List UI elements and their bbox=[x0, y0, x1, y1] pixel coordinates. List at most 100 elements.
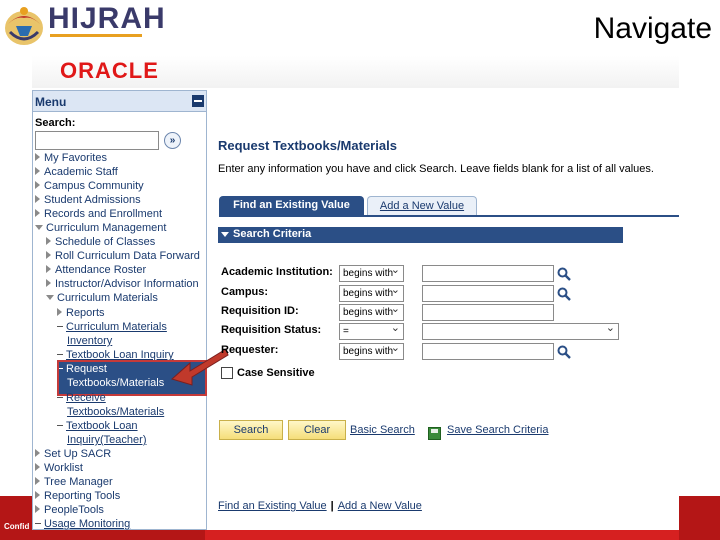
save-search-criteria-link[interactable]: Save Search Criteria bbox=[447, 424, 549, 436]
basic-search-link[interactable]: Basic Search bbox=[350, 424, 415, 436]
footer-text: Confid bbox=[4, 522, 30, 531]
menu-item-attendance-roster[interactable]: Attendance Roster bbox=[46, 264, 146, 277]
expand-triangle-icon bbox=[35, 463, 40, 471]
menu-search-label: Search: bbox=[35, 117, 76, 129]
page-instructions: Enter any information you have and click… bbox=[218, 163, 654, 175]
menu-item-set-up-sacr[interactable]: Set Up SACR bbox=[35, 448, 111, 461]
hijrah-emblem-icon bbox=[5, 7, 43, 45]
case-sensitive-label: Case Sensitive bbox=[237, 367, 315, 379]
field-label-campus: Campus: bbox=[221, 286, 269, 298]
field-label-academic-institution: Academic Institution: bbox=[221, 266, 333, 278]
lookup-icon[interactable] bbox=[557, 345, 571, 359]
expand-triangle-icon bbox=[35, 167, 40, 175]
expand-triangle-icon bbox=[35, 449, 40, 457]
menu-item-my-favorites[interactable]: My Favorites bbox=[35, 152, 107, 165]
expand-triangle-icon bbox=[35, 209, 40, 217]
tab-underline bbox=[219, 215, 679, 217]
expand-triangle-icon bbox=[35, 477, 40, 485]
menu-item-roll-curriculum-data-forward[interactable]: Roll Curriculum Data Forward bbox=[46, 250, 200, 263]
menu-item-curriculum-materials-inventory[interactable]: Curriculum Materials bbox=[57, 321, 167, 334]
menu-search-input[interactable] bbox=[35, 131, 159, 150]
menu-item-curriculum-management[interactable]: Curriculum Management bbox=[35, 222, 166, 235]
menu-panel: Menu Search: » My Favorites Academic Sta… bbox=[32, 90, 207, 530]
menu-collapse-icon[interactable] bbox=[192, 95, 204, 107]
dash-icon bbox=[57, 326, 63, 327]
menu-search-go-icon[interactable]: » bbox=[164, 132, 181, 149]
collapse-triangle-icon bbox=[35, 225, 43, 230]
menu-header: Menu bbox=[33, 91, 206, 112]
menu-item-academic-staff[interactable]: Academic Staff bbox=[35, 166, 118, 179]
expand-triangle-icon bbox=[46, 237, 51, 245]
oracle-header-bar: ORACLE bbox=[32, 56, 679, 88]
tab-find-existing-value[interactable]: Find an Existing Value bbox=[219, 196, 364, 215]
oracle-logo: ORACLE bbox=[60, 58, 159, 83]
menu-item-tree-manager[interactable]: Tree Manager bbox=[35, 476, 113, 489]
slide-title: Navigate bbox=[593, 12, 712, 45]
operator-select-campus[interactable]: begins with bbox=[339, 283, 404, 302]
dash-icon bbox=[57, 425, 63, 426]
dash-icon bbox=[57, 397, 63, 398]
lookup-icon[interactable] bbox=[557, 287, 571, 301]
menu-item-student-admissions[interactable]: Student Admissions bbox=[35, 194, 141, 207]
menu-item-reports[interactable]: Reports bbox=[57, 307, 105, 320]
operator-select-requisition-status[interactable]: = bbox=[339, 321, 404, 340]
input-requester[interactable] bbox=[422, 343, 554, 360]
menu-item-instructor-advisor-information[interactable]: Instructor/Advisor Information bbox=[46, 278, 199, 291]
expand-triangle-icon bbox=[35, 181, 40, 189]
logo-text: HIJRAH bbox=[48, 2, 166, 35]
menu-item-textbook-loan-teacher[interactable]: Textbook Loan bbox=[57, 420, 138, 433]
expand-triangle-icon bbox=[35, 491, 40, 499]
save-criteria-icon[interactable] bbox=[428, 427, 441, 440]
logo-underline bbox=[50, 34, 142, 37]
expand-triangle-icon bbox=[46, 251, 51, 259]
slide-header: HIJRAH Navigate bbox=[0, 0, 720, 56]
operator-select-requisition-id[interactable]: begins with bbox=[339, 302, 404, 321]
field-label-requester: Requester: bbox=[221, 344, 279, 356]
expand-triangle-icon bbox=[46, 265, 51, 273]
search-criteria-label: Search Criteria bbox=[233, 228, 312, 240]
menu-item-inventory-line[interactable]: Inventory bbox=[67, 335, 112, 348]
expand-triangle-icon bbox=[35, 195, 40, 203]
operator-select-requester[interactable]: begins with bbox=[339, 341, 404, 360]
collapse-triangle-icon bbox=[221, 232, 229, 237]
menu-item-worklist[interactable]: Worklist bbox=[35, 462, 83, 475]
menu-item-records-and-enrollment[interactable]: Records and Enrollment bbox=[35, 208, 162, 221]
select-requisition-status[interactable] bbox=[422, 321, 619, 340]
case-sensitive-checkbox[interactable] bbox=[221, 367, 233, 379]
expand-triangle-icon bbox=[35, 153, 40, 161]
input-academic-institution[interactable] bbox=[422, 265, 554, 282]
expand-triangle-icon bbox=[46, 279, 51, 287]
menu-item-curriculum-materials[interactable]: Curriculum Materials bbox=[46, 292, 158, 305]
menu-item-campus-community[interactable]: Campus Community bbox=[35, 180, 144, 193]
expand-triangle-icon bbox=[35, 505, 40, 513]
slide: Confid HIJRAH Navigate ORACLE Menu Searc… bbox=[0, 0, 720, 540]
menu-title: Menu bbox=[35, 95, 67, 109]
search-criteria-bar[interactable]: Search Criteria bbox=[218, 227, 623, 243]
menu-item-receive[interactable]: Receive bbox=[57, 392, 106, 405]
field-label-requisition-status: Requisition Status: bbox=[221, 324, 322, 336]
footer-band-right bbox=[679, 496, 720, 540]
clear-button[interactable]: Clear bbox=[288, 420, 346, 440]
lookup-icon[interactable] bbox=[557, 267, 571, 281]
bottom-link-add-new[interactable]: Add a New Value bbox=[338, 500, 422, 512]
field-label-requisition-id: Requisition ID: bbox=[221, 305, 299, 317]
dash-icon bbox=[57, 354, 63, 355]
bottom-link-find-existing[interactable]: Find an Existing Value bbox=[218, 500, 327, 512]
page-title: Request Textbooks/Materials bbox=[218, 138, 397, 153]
menu-item-receive-line2[interactable]: Textbooks/Materials bbox=[67, 406, 164, 419]
bottom-links-separator: | bbox=[330, 500, 334, 512]
search-button[interactable]: Search bbox=[219, 420, 283, 440]
menu-item-peopletools[interactable]: PeopleTools bbox=[35, 504, 104, 517]
menu-item-usage-monitoring[interactable]: Usage Monitoring bbox=[35, 518, 130, 531]
input-campus[interactable] bbox=[422, 285, 554, 302]
menu-item-reporting-tools[interactable]: Reporting Tools bbox=[35, 490, 120, 503]
dash-icon bbox=[35, 523, 41, 524]
operator-select-academic-institution[interactable]: begins with bbox=[339, 263, 404, 282]
menu-item-schedule-of-classes[interactable]: Schedule of Classes bbox=[46, 236, 155, 249]
bottom-links: Find an Existing Value | Add a New Value bbox=[218, 500, 422, 512]
input-requisition-id[interactable] bbox=[422, 304, 554, 321]
tab-add-new-value[interactable]: Add a New Value bbox=[367, 196, 477, 215]
menu-item-textbook-loan-teacher-line2[interactable]: Inquiry(Teacher) bbox=[67, 434, 146, 447]
collapse-triangle-icon bbox=[46, 295, 54, 300]
expand-triangle-icon bbox=[57, 308, 62, 316]
